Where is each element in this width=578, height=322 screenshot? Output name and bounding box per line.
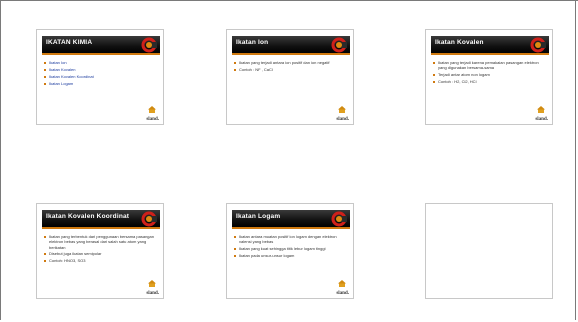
list-item: Contoh : NF , CaCl <box>234 67 344 72</box>
house-icon <box>338 280 346 287</box>
list-item: Ikatan pada unsur-unsur logam <box>234 253 344 258</box>
list-item: Disebut juga ikatan semipolar <box>44 251 154 256</box>
house-icon <box>148 106 156 113</box>
list-item: Ikatan yang terjadi karena pemakaian pas… <box>433 60 543 71</box>
c-logo-icon <box>530 37 546 53</box>
list-item: Ikatan yang kuat sehingga titik lebur lo… <box>234 246 344 251</box>
list-item: Ikatan yang terbentuk dari penggunaan be… <box>44 234 154 250</box>
slide-title: Ikatan Kovalen <box>435 39 484 46</box>
list-item: Ikatan Ion <box>44 60 154 65</box>
slide-header-bar: Ikatan Ion <box>232 36 350 55</box>
list-item: Ikatan Kovalen Koordinat <box>44 74 154 79</box>
slide-body: Ikatan antara muatan positif ion logam d… <box>234 234 344 260</box>
slide-body: Ikatan yang terbentuk dari penggunaan be… <box>44 234 154 265</box>
slide-body: Ikatan yang terjadi antara ion positif d… <box>234 60 344 74</box>
house-icon <box>537 106 545 113</box>
list-item: Terjadi antar atom non logam <box>433 72 543 77</box>
list-item: Contoh : H2, Cl2, HCl <box>433 79 543 84</box>
slide-title: Ikatan Kovalen Koordinat <box>46 213 130 220</box>
c-logo-icon <box>331 37 347 53</box>
slide-thumbnail-4[interactable]: Ikatan Kovalen Koordinat Ikatan yang ter… <box>36 203 164 299</box>
slide-header-bar: Ikatan Logam <box>232 210 350 229</box>
slide-header-bar: Ikatan Kovalen <box>431 36 549 55</box>
house-icon <box>148 280 156 287</box>
c-logo-icon <box>331 211 347 227</box>
slide-sorter-view: IKATAN KIMIA Ikatan Ion Ikatan Kovalen I… <box>0 0 576 320</box>
brand-text: sland. <box>146 117 159 122</box>
list-item: Ikatan yang terjadi antara ion positif d… <box>234 60 344 65</box>
list-item: Ikatan Logam <box>44 81 154 86</box>
slide-title: IKATAN KIMIA <box>46 39 93 46</box>
slide-thumbnail-5[interactable]: Ikatan Logam Ikatan antara muatan positi… <box>226 203 354 299</box>
c-logo-icon <box>141 37 157 53</box>
slide-thumbnail-6[interactable] <box>425 203 553 299</box>
slide-body: Ikatan yang terjadi karena pemakaian pas… <box>433 60 543 86</box>
slide-thumbnail-3[interactable]: Ikatan Kovalen Ikatan yang terjadi karen… <box>425 29 553 125</box>
c-logo-icon <box>141 211 157 227</box>
list-item: Contoh: HNO3, SO3 <box>44 258 154 263</box>
slide-thumbnail-1[interactable]: IKATAN KIMIA Ikatan Ion Ikatan Kovalen I… <box>36 29 164 125</box>
brand-text: sland. <box>336 291 349 296</box>
brand-text: sland. <box>336 117 349 122</box>
brand-text: sland. <box>146 291 159 296</box>
brand-text: sland. <box>535 117 548 122</box>
slide-title: Ikatan Ion <box>236 39 269 46</box>
slide-thumbnail-2[interactable]: Ikatan Ion Ikatan yang terjadi antara io… <box>226 29 354 125</box>
slide-body: Ikatan Ion Ikatan Kovalen Ikatan Kovalen… <box>44 60 154 88</box>
list-item: Ikatan Kovalen <box>44 67 154 72</box>
slide-title: Ikatan Logam <box>236 213 281 220</box>
list-item: Ikatan antara muatan positif ion logam d… <box>234 234 344 245</box>
slide-header-bar: IKATAN KIMIA <box>42 36 160 55</box>
house-icon <box>338 106 346 113</box>
slide-header-bar: Ikatan Kovalen Koordinat <box>42 210 160 229</box>
